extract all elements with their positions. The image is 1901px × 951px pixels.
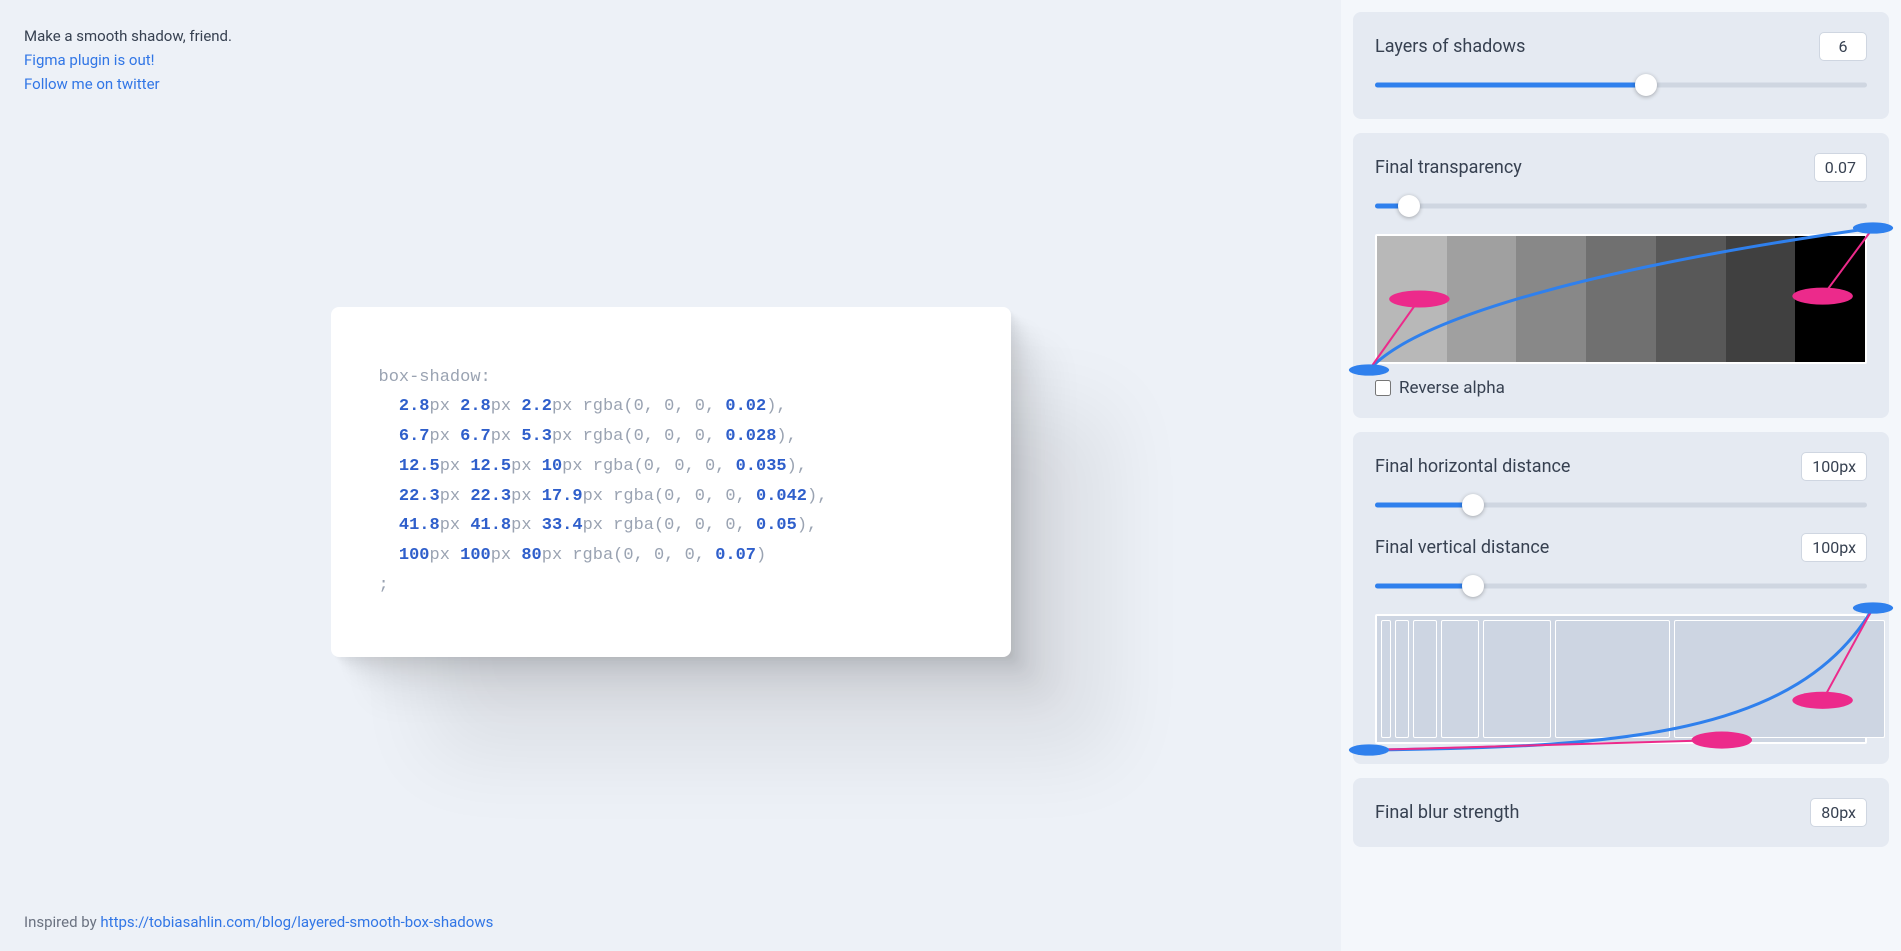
footer: Inspired by https://tobiasahlin.com/blog… <box>24 913 493 931</box>
preview-card: box-shadow: 2.8px 2.8px 2.2px rgba(0, 0,… <box>331 307 1011 657</box>
distance-card: Final horizontal distance 100px Final ve… <box>1353 432 1889 764</box>
transparency-value[interactable]: 0.07 <box>1814 153 1867 182</box>
layers-slider[interactable] <box>1375 75 1867 95</box>
reverse-alpha-row[interactable]: Reverse alpha <box>1375 378 1867 398</box>
alpha-curve-editor[interactable] <box>1375 234 1867 364</box>
inspiration-link[interactable]: https://tobiasahlin.com/blog/layered-smo… <box>100 913 493 931</box>
figma-plugin-link[interactable]: Figma plugin is out! <box>24 51 155 69</box>
hdist-value[interactable]: 100px <box>1801 452 1867 481</box>
vdist-value[interactable]: 100px <box>1801 533 1867 562</box>
reverse-alpha-checkbox[interactable] <box>1375 380 1391 396</box>
page-title: Make a smooth shadow, friend. <box>24 24 1317 48</box>
transparency-slider[interactable] <box>1375 196 1867 216</box>
hdist-slider[interactable] <box>1375 495 1867 515</box>
vdist-slider[interactable] <box>1375 576 1867 596</box>
blur-value[interactable]: 80px <box>1810 798 1867 827</box>
canvas-area: box-shadow: 2.8px 2.8px 2.2px rgba(0, 0,… <box>24 96 1317 927</box>
layers-value[interactable]: 6 <box>1819 32 1867 61</box>
css-output[interactable]: box-shadow: 2.8px 2.8px 2.2px rgba(0, 0,… <box>379 363 963 601</box>
transparency-card: Final transparency 0.07 Reverse alpha <box>1353 133 1889 418</box>
layers-label: Layers of shadows <box>1375 36 1525 57</box>
layers-card: Layers of shadows 6 <box>1353 12 1889 119</box>
footer-prefix: Inspired by <box>24 913 100 931</box>
blur-label: Final blur strength <box>1375 802 1519 823</box>
hdist-label: Final horizontal distance <box>1375 456 1570 477</box>
vdist-label: Final vertical distance <box>1375 537 1549 558</box>
reverse-alpha-label: Reverse alpha <box>1399 378 1505 398</box>
header: Make a smooth shadow, friend. Figma plug… <box>24 24 1317 96</box>
transparency-label: Final transparency <box>1375 157 1522 178</box>
controls-panel: Layers of shadows 6 Final transparency 0… <box>1341 0 1901 951</box>
preview-pane: Make a smooth shadow, friend. Figma plug… <box>0 0 1341 951</box>
blur-card: Final blur strength 80px <box>1353 778 1889 847</box>
twitter-link[interactable]: Follow me on twitter <box>24 75 160 93</box>
distance-curve-editor[interactable] <box>1375 614 1867 744</box>
